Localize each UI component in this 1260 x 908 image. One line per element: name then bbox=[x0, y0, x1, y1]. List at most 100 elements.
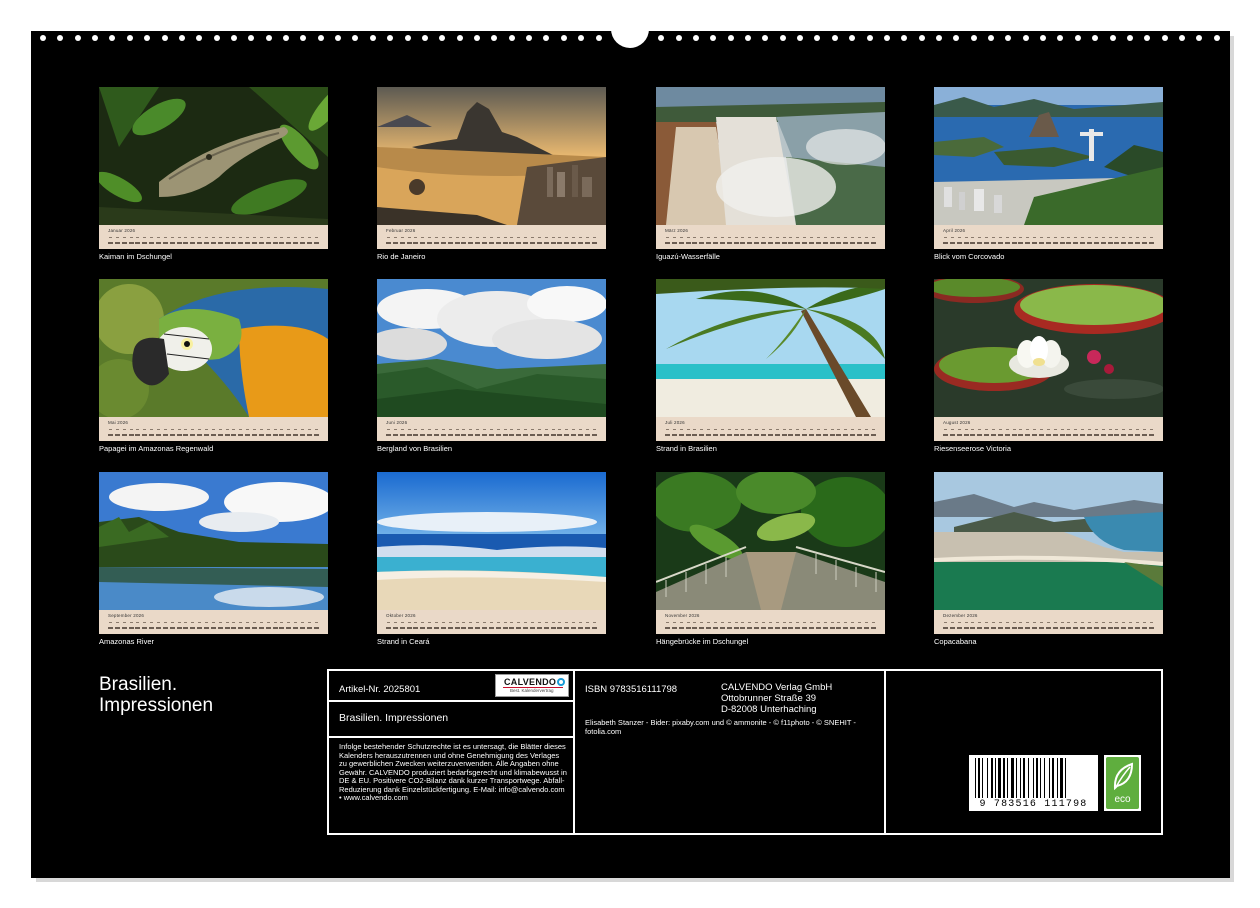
day-cell bbox=[286, 621, 292, 631]
binding-hole bbox=[883, 35, 890, 41]
photo-ceara-beach bbox=[377, 472, 606, 610]
day-cell bbox=[392, 428, 398, 438]
photo-parrot bbox=[99, 279, 328, 417]
binding-hole bbox=[814, 35, 821, 41]
month-panel-january[interactable]: Januar 2026 Kaiman im Dschungel bbox=[99, 87, 328, 261]
day-cell bbox=[1059, 428, 1065, 438]
day-cell bbox=[963, 621, 969, 631]
day-cell bbox=[293, 428, 299, 438]
barcode-bar bbox=[1033, 758, 1034, 798]
binding-hole bbox=[692, 35, 699, 41]
photo-caiman bbox=[99, 87, 328, 225]
day-cell bbox=[461, 621, 467, 631]
month-panel-july[interactable]: Juli 2026 Strand in Brasilien bbox=[656, 279, 885, 453]
day-cell bbox=[754, 236, 760, 246]
day-cell bbox=[1073, 428, 1079, 438]
day-cell bbox=[850, 428, 856, 438]
month-panel-november[interactable]: November 2026 Hängebrücke im Dschungel bbox=[656, 472, 885, 646]
day-cell bbox=[258, 236, 264, 246]
barcode-bar bbox=[995, 758, 996, 798]
month-calendar-strip: Februar 2026 bbox=[377, 225, 606, 249]
binding-hole bbox=[248, 35, 255, 41]
day-cell bbox=[142, 621, 148, 631]
day-cell bbox=[774, 428, 780, 438]
day-cell bbox=[1114, 621, 1120, 631]
binding-hole bbox=[1040, 35, 1047, 41]
day-cell bbox=[829, 428, 835, 438]
day-cell bbox=[956, 621, 962, 631]
day-cell bbox=[272, 621, 278, 631]
day-cell bbox=[781, 236, 787, 246]
photo-caption: Rio de Janeiro bbox=[377, 252, 426, 261]
day-cell bbox=[550, 236, 556, 246]
day-cell bbox=[699, 236, 705, 246]
day-cell bbox=[1032, 428, 1038, 438]
binding-hole bbox=[578, 35, 585, 41]
day-cell bbox=[509, 428, 515, 438]
day-cell bbox=[857, 621, 863, 631]
month-calendar-strip: November 2026 bbox=[656, 610, 885, 634]
day-cell bbox=[850, 621, 856, 631]
day-cell bbox=[829, 621, 835, 631]
month-panel-february[interactable]: Februar 2026 Rio de Janeiro bbox=[377, 87, 606, 261]
day-cell bbox=[564, 236, 570, 246]
day-cell bbox=[516, 236, 522, 246]
day-cell bbox=[224, 428, 230, 438]
day-cell bbox=[870, 236, 876, 246]
month-calendar-strip: Juni 2026 bbox=[377, 417, 606, 441]
day-grid bbox=[108, 428, 319, 438]
calendar-title-line2: Impressionen bbox=[99, 695, 214, 716]
day-cell bbox=[190, 621, 196, 631]
day-cell bbox=[815, 428, 821, 438]
day-cell bbox=[108, 428, 113, 438]
day-cell bbox=[523, 428, 529, 438]
day-cell bbox=[238, 621, 244, 631]
month-panel-august[interactable]: August 2026 Riesenseerose Victoria bbox=[934, 279, 1163, 453]
day-cell bbox=[740, 621, 746, 631]
month-label: September 2026 bbox=[108, 613, 145, 618]
day-cell bbox=[300, 428, 306, 438]
binding-hole bbox=[126, 35, 133, 41]
photo-caption: Kaiman im Dschungel bbox=[99, 252, 172, 261]
day-cell bbox=[114, 428, 120, 438]
photo-caption: Papagei im Amazonas Regenwald bbox=[99, 444, 214, 453]
month-panel-october[interactable]: Oktober 2026 Strand in Ceará bbox=[377, 472, 606, 646]
day-cell bbox=[454, 236, 460, 246]
month-panel-june[interactable]: Juni 2026 Bergland von Brasilien bbox=[377, 279, 606, 453]
day-cell bbox=[788, 621, 794, 631]
day-cell bbox=[468, 621, 474, 631]
day-cell bbox=[984, 621, 990, 631]
month-panel-april[interactable]: April 2026 Blick vom Corcovado bbox=[934, 87, 1163, 261]
day-cell bbox=[258, 428, 264, 438]
day-cell bbox=[584, 236, 590, 246]
day-cell bbox=[1059, 236, 1065, 246]
day-cell bbox=[685, 428, 691, 438]
month-panel-march[interactable]: März 2026 Iguazú-Wasserfälle bbox=[656, 87, 885, 261]
day-cell bbox=[767, 428, 773, 438]
day-cell bbox=[447, 428, 453, 438]
day-cell bbox=[781, 621, 787, 631]
month-panel-may[interactable]: Mai 2026 Papagei im Amazonas Regenwald bbox=[99, 279, 328, 453]
day-cell bbox=[1128, 621, 1134, 631]
barcode-bar bbox=[1016, 758, 1017, 798]
day-cell bbox=[183, 621, 189, 631]
day-cell bbox=[1135, 428, 1141, 438]
day-cell bbox=[1148, 428, 1154, 438]
photo-caption: Hängebrücke im Dschungel bbox=[656, 637, 749, 646]
day-cell bbox=[176, 621, 182, 631]
day-cell bbox=[802, 236, 808, 246]
month-panel-december[interactable]: Dezember 2026 Copacabana bbox=[934, 472, 1163, 646]
day-cell bbox=[713, 621, 719, 631]
barcode-bar bbox=[1036, 758, 1038, 798]
day-cell bbox=[217, 236, 223, 246]
month-panel-september[interactable]: September 2026 Amazonas River bbox=[99, 472, 328, 646]
barcode-bar bbox=[1044, 758, 1045, 798]
day-cell bbox=[434, 236, 440, 246]
binding-hole bbox=[1057, 35, 1064, 41]
day-cell bbox=[719, 621, 725, 631]
photo-rio-de-janeiro bbox=[377, 87, 606, 225]
binding-hole bbox=[1005, 35, 1012, 41]
day-cell bbox=[258, 621, 264, 631]
photo-caption: Riesenseerose Victoria bbox=[934, 444, 1011, 453]
day-cell bbox=[970, 428, 976, 438]
